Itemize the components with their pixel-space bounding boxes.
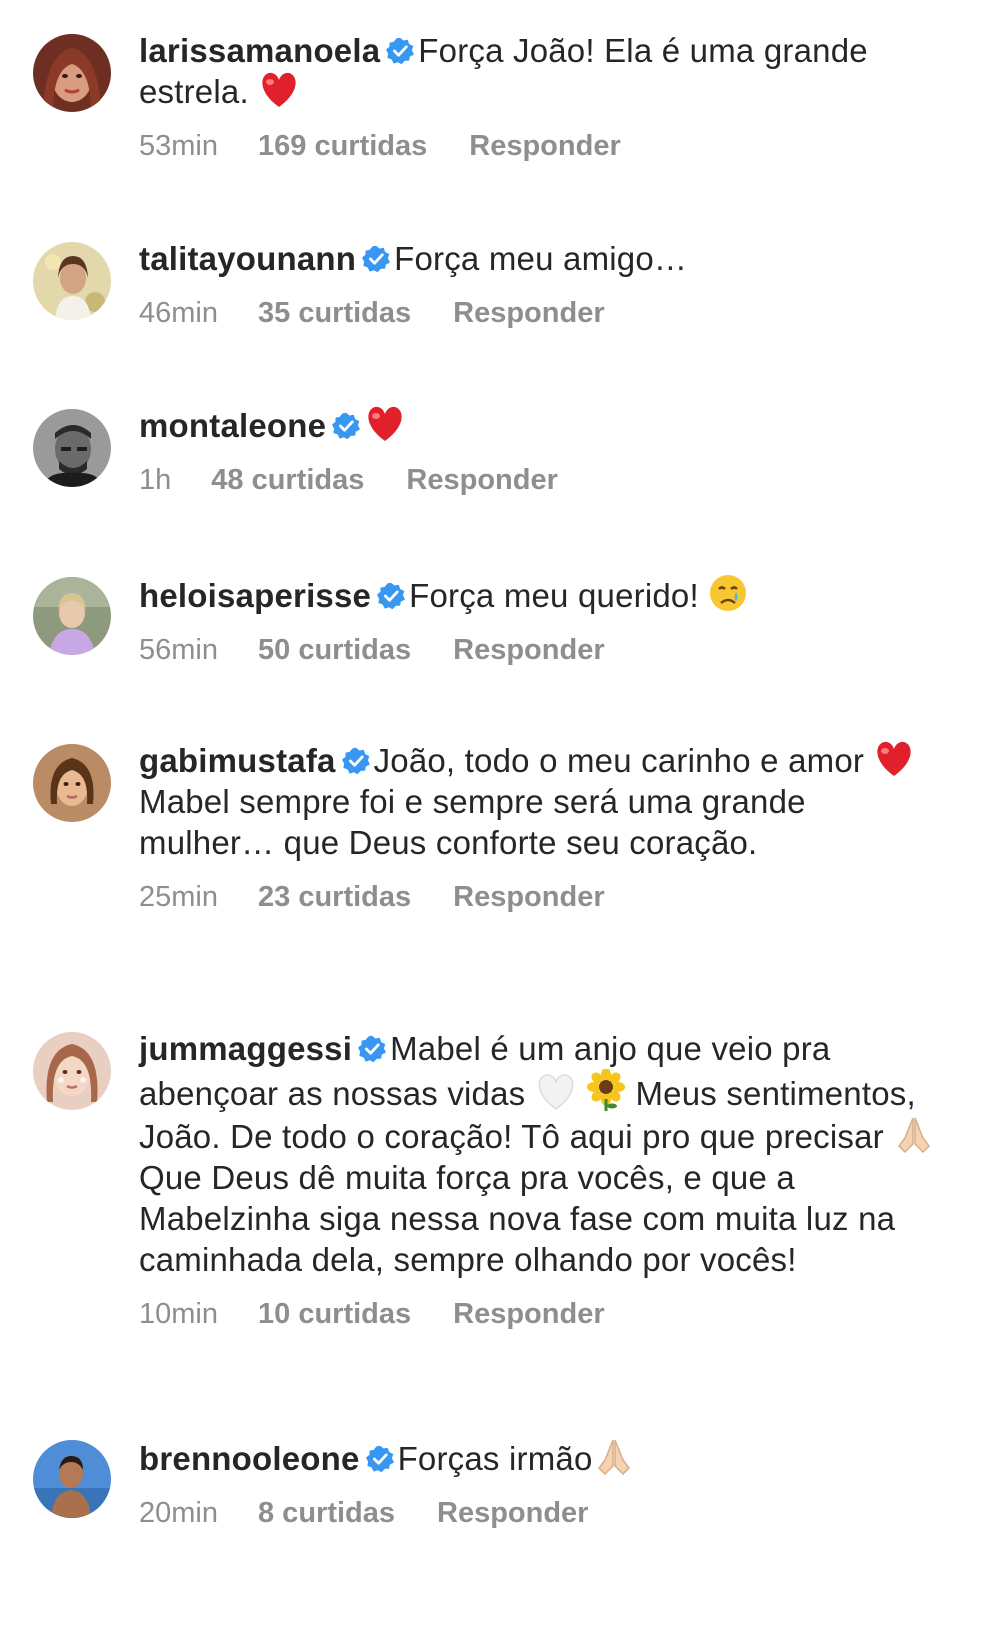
reply-button[interactable]: Responder <box>453 881 604 914</box>
comment-text: brennooleone Forças irmão <box>139 1436 939 1479</box>
avatar[interactable] <box>33 409 111 487</box>
heart-emoji <box>368 406 402 441</box>
likes-count[interactable]: 48 curtidas <box>211 464 364 497</box>
verified-badge-icon <box>362 245 391 273</box>
likes-count[interactable]: 23 curtidas <box>258 881 411 914</box>
comment-body: gabimustafa João, todo o meu carinho e am… <box>139 740 939 914</box>
reply-button[interactable]: Responder <box>453 1298 604 1331</box>
avatar[interactable] <box>33 242 111 320</box>
comment-content-continued: Mabel sempre foi e sempre será uma grand… <box>139 783 806 861</box>
likes-count[interactable]: 8 curtidas <box>258 1497 395 1530</box>
comment-meta: 10min 10 curtidas Responder <box>139 1298 939 1331</box>
verified-badge-icon <box>386 37 415 65</box>
username[interactable]: montaleone <box>139 407 326 444</box>
reply-button[interactable]: Responder <box>469 130 620 163</box>
likes-count[interactable]: 50 curtidas <box>258 634 411 667</box>
likes-count[interactable]: 10 curtidas <box>258 1298 411 1331</box>
verified-badge-icon <box>365 1445 394 1473</box>
comment-text: jummaggessi Mabel é um anjo que veio pra … <box>139 1028 939 1280</box>
verified-badge-icon <box>358 1035 387 1063</box>
comment-body: jummaggessi Mabel é um anjo que veio pra … <box>139 1028 939 1331</box>
folded-hands-emoji <box>898 1117 931 1154</box>
timestamp: 46min <box>139 297 218 329</box>
comment-meta: 1h 48 curtidas Responder <box>139 464 939 497</box>
username[interactable]: brennooleone <box>139 1440 360 1477</box>
comment-meta: 25min 23 curtidas Responder <box>139 881 939 914</box>
sunflower-emoji <box>587 1069 626 1111</box>
comment-content-end: Que Deus dê muita força pra vocês, e que… <box>139 1159 896 1278</box>
reply-button[interactable]: Responder <box>406 464 557 497</box>
comment-content: João, todo o meu carinho e amor <box>373 742 874 779</box>
timestamp: 56min <box>139 634 218 666</box>
reply-button[interactable]: Responder <box>453 297 604 330</box>
comment-text: heloisaperisse Força meu querido! <box>139 573 939 616</box>
username[interactable]: talitayounann <box>139 240 356 277</box>
avatar[interactable] <box>33 1032 111 1110</box>
comment-meta: 56min 50 curtidas Responder <box>139 634 939 667</box>
timestamp: 25min <box>139 881 218 913</box>
likes-count[interactable]: 35 curtidas <box>258 297 411 330</box>
comment-meta: 20min 8 curtidas Responder <box>139 1497 939 1530</box>
timestamp: 10min <box>139 1298 218 1330</box>
comment-text: talitayounann Força meu amigo… <box>139 238 939 279</box>
white-heart-emoji <box>538 1074 574 1110</box>
avatar[interactable] <box>33 744 111 822</box>
verified-badge-icon <box>332 412 361 440</box>
comment-body: larissamanoela Força João! Ela é uma gran… <box>139 30 939 163</box>
comment-content: Força meu amigo… <box>394 240 688 277</box>
comment-body: heloisaperisse Força meu querido! 56min 50… <box>139 573 939 667</box>
timestamp: 20min <box>139 1497 218 1529</box>
avatar[interactable] <box>33 1440 111 1518</box>
verified-badge-icon <box>341 747 370 775</box>
comment-text: larissamanoela Força João! Ela é uma gran… <box>139 30 939 112</box>
crying-face-emoji <box>710 575 747 611</box>
username[interactable]: larissamanoela <box>139 32 380 69</box>
username[interactable]: jummaggessi <box>139 1030 352 1067</box>
timestamp: 53min <box>139 130 218 162</box>
timestamp: 1h <box>139 464 172 496</box>
comment-meta: 46min 35 curtidas Responder <box>139 297 939 330</box>
comment-content: Forças irmão <box>397 1440 593 1477</box>
comment-text: gabimustafa João, todo o meu carinho e am… <box>139 740 939 863</box>
likes-count[interactable]: 169 curtidas <box>258 130 427 163</box>
avatar[interactable] <box>33 34 111 112</box>
comment-body: brennooleone Forças irmão 20min 8 curtidas… <box>139 1436 939 1530</box>
comment-content: Força meu querido! <box>409 577 709 614</box>
comment-body: talitayounann Força meu amigo… 46min 35 cu… <box>139 238 939 330</box>
verified-badge-icon <box>377 582 406 610</box>
username[interactable]: heloisaperisse <box>139 577 371 614</box>
heart-emoji <box>262 72 296 107</box>
username[interactable]: gabimustafa <box>139 742 336 779</box>
comment-text: montaleone <box>139 405 939 446</box>
reply-button[interactable]: Responder <box>453 634 604 667</box>
comment-meta: 53min 169 curtidas Responder <box>139 130 939 163</box>
folded-hands-emoji <box>597 1439 630 1476</box>
reply-button[interactable]: Responder <box>437 1497 588 1530</box>
comment-body: montaleone 1h 48 curtidas Responder <box>139 405 939 497</box>
heart-emoji <box>877 741 912 776</box>
avatar[interactable] <box>33 577 111 655</box>
